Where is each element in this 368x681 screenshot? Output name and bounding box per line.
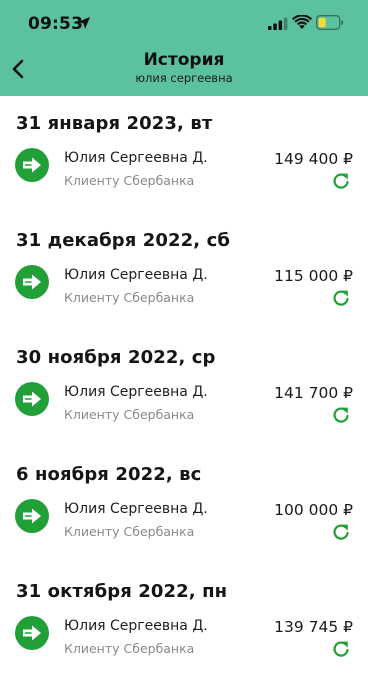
history-list: 31 января 2023, вт Юлия Сергеевна Д. Кли… — [0, 96, 368, 681]
wifi-icon — [292, 15, 312, 29]
amount: 141 700 ₽ — [274, 384, 353, 402]
date-header: 31 октября 2022, пн — [16, 581, 228, 602]
transaction-item[interactable]: Юлия Сергеевна Д. Клиенту Сбербанка 139 … — [0, 612, 368, 670]
recipient-name: Юлия Сергеевна Д. — [64, 384, 208, 400]
operation-description: Клиенту Сбербанка — [64, 407, 195, 422]
date-header: 31 января 2023, вт — [16, 113, 213, 134]
recipient-name: Юлия Сергеевна Д. — [64, 150, 208, 166]
operation-description: Клиенту Сбербанка — [64, 173, 195, 188]
amount: 115 000 ₽ — [274, 267, 353, 285]
amount: 149 400 ₽ — [274, 150, 353, 168]
date-header: 6 ноября 2022, вс — [16, 464, 202, 485]
transaction-item[interactable]: Юлия Сергеевна Д. Клиенту Сбербанка 115 … — [0, 261, 368, 319]
transfer-arrow-icon — [15, 265, 49, 299]
recipient-name: Юлия Сергеевна Д. — [64, 618, 208, 634]
repeat-icon[interactable] — [330, 638, 352, 660]
transaction-item[interactable]: Юлия Сергеевна Д. Клиенту Сбербанка 141 … — [0, 378, 368, 436]
page-title: История — [143, 50, 225, 70]
operation-description: Клиенту Сбербанка — [64, 641, 195, 656]
repeat-icon[interactable] — [330, 521, 352, 543]
header-bar: 09:53 История юлия сергеевна — [0, 0, 368, 96]
operation-description: Клиенту Сбербанка — [64, 290, 195, 305]
history-group: 31 января 2023, вт Юлия Сергеевна Д. Кли… — [0, 96, 368, 213]
recipient-name: Юлия Сергеевна Д. — [64, 501, 208, 517]
status-bar: 09:53 — [0, 0, 368, 44]
transaction-item[interactable]: Юлия Сергеевна Д. Клиенту Сбербанка 100 … — [0, 495, 368, 553]
transaction-item[interactable]: Юлия Сергеевна Д. Клиенту Сбербанка 149 … — [0, 144, 368, 202]
recipient-name: Юлия Сергеевна Д. — [64, 267, 208, 283]
battery-icon — [316, 15, 344, 30]
cellular-signal-icon — [268, 17, 288, 30]
amount: 139 745 ₽ — [274, 618, 353, 636]
history-group: 31 декабря 2022, сб Юлия Сергеевна Д. Кл… — [0, 213, 368, 330]
page-subtitle: юлия сергеевна — [135, 71, 233, 85]
amount: 100 000 ₽ — [274, 501, 353, 519]
operation-description: Клиенту Сбербанка — [64, 524, 195, 539]
repeat-icon[interactable] — [330, 170, 352, 192]
transfer-arrow-icon — [15, 382, 49, 416]
transfer-arrow-icon — [15, 616, 49, 650]
transfer-arrow-icon — [15, 499, 49, 533]
repeat-icon[interactable] — [330, 404, 352, 426]
history-group: 30 ноября 2022, ср Юлия Сергеевна Д. Кли… — [0, 330, 368, 447]
date-header: 31 декабря 2022, сб — [16, 230, 231, 251]
transfer-arrow-icon — [15, 148, 49, 182]
location-arrow-icon — [78, 17, 90, 29]
status-time: 09:53 — [28, 14, 84, 34]
history-group: 6 ноября 2022, вс Юлия Сергеевна Д. Клие… — [0, 447, 368, 564]
repeat-icon[interactable] — [330, 287, 352, 309]
history-group: 31 октября 2022, пн Юлия Сергеевна Д. Кл… — [0, 564, 368, 681]
date-header: 30 ноября 2022, ср — [16, 347, 216, 368]
